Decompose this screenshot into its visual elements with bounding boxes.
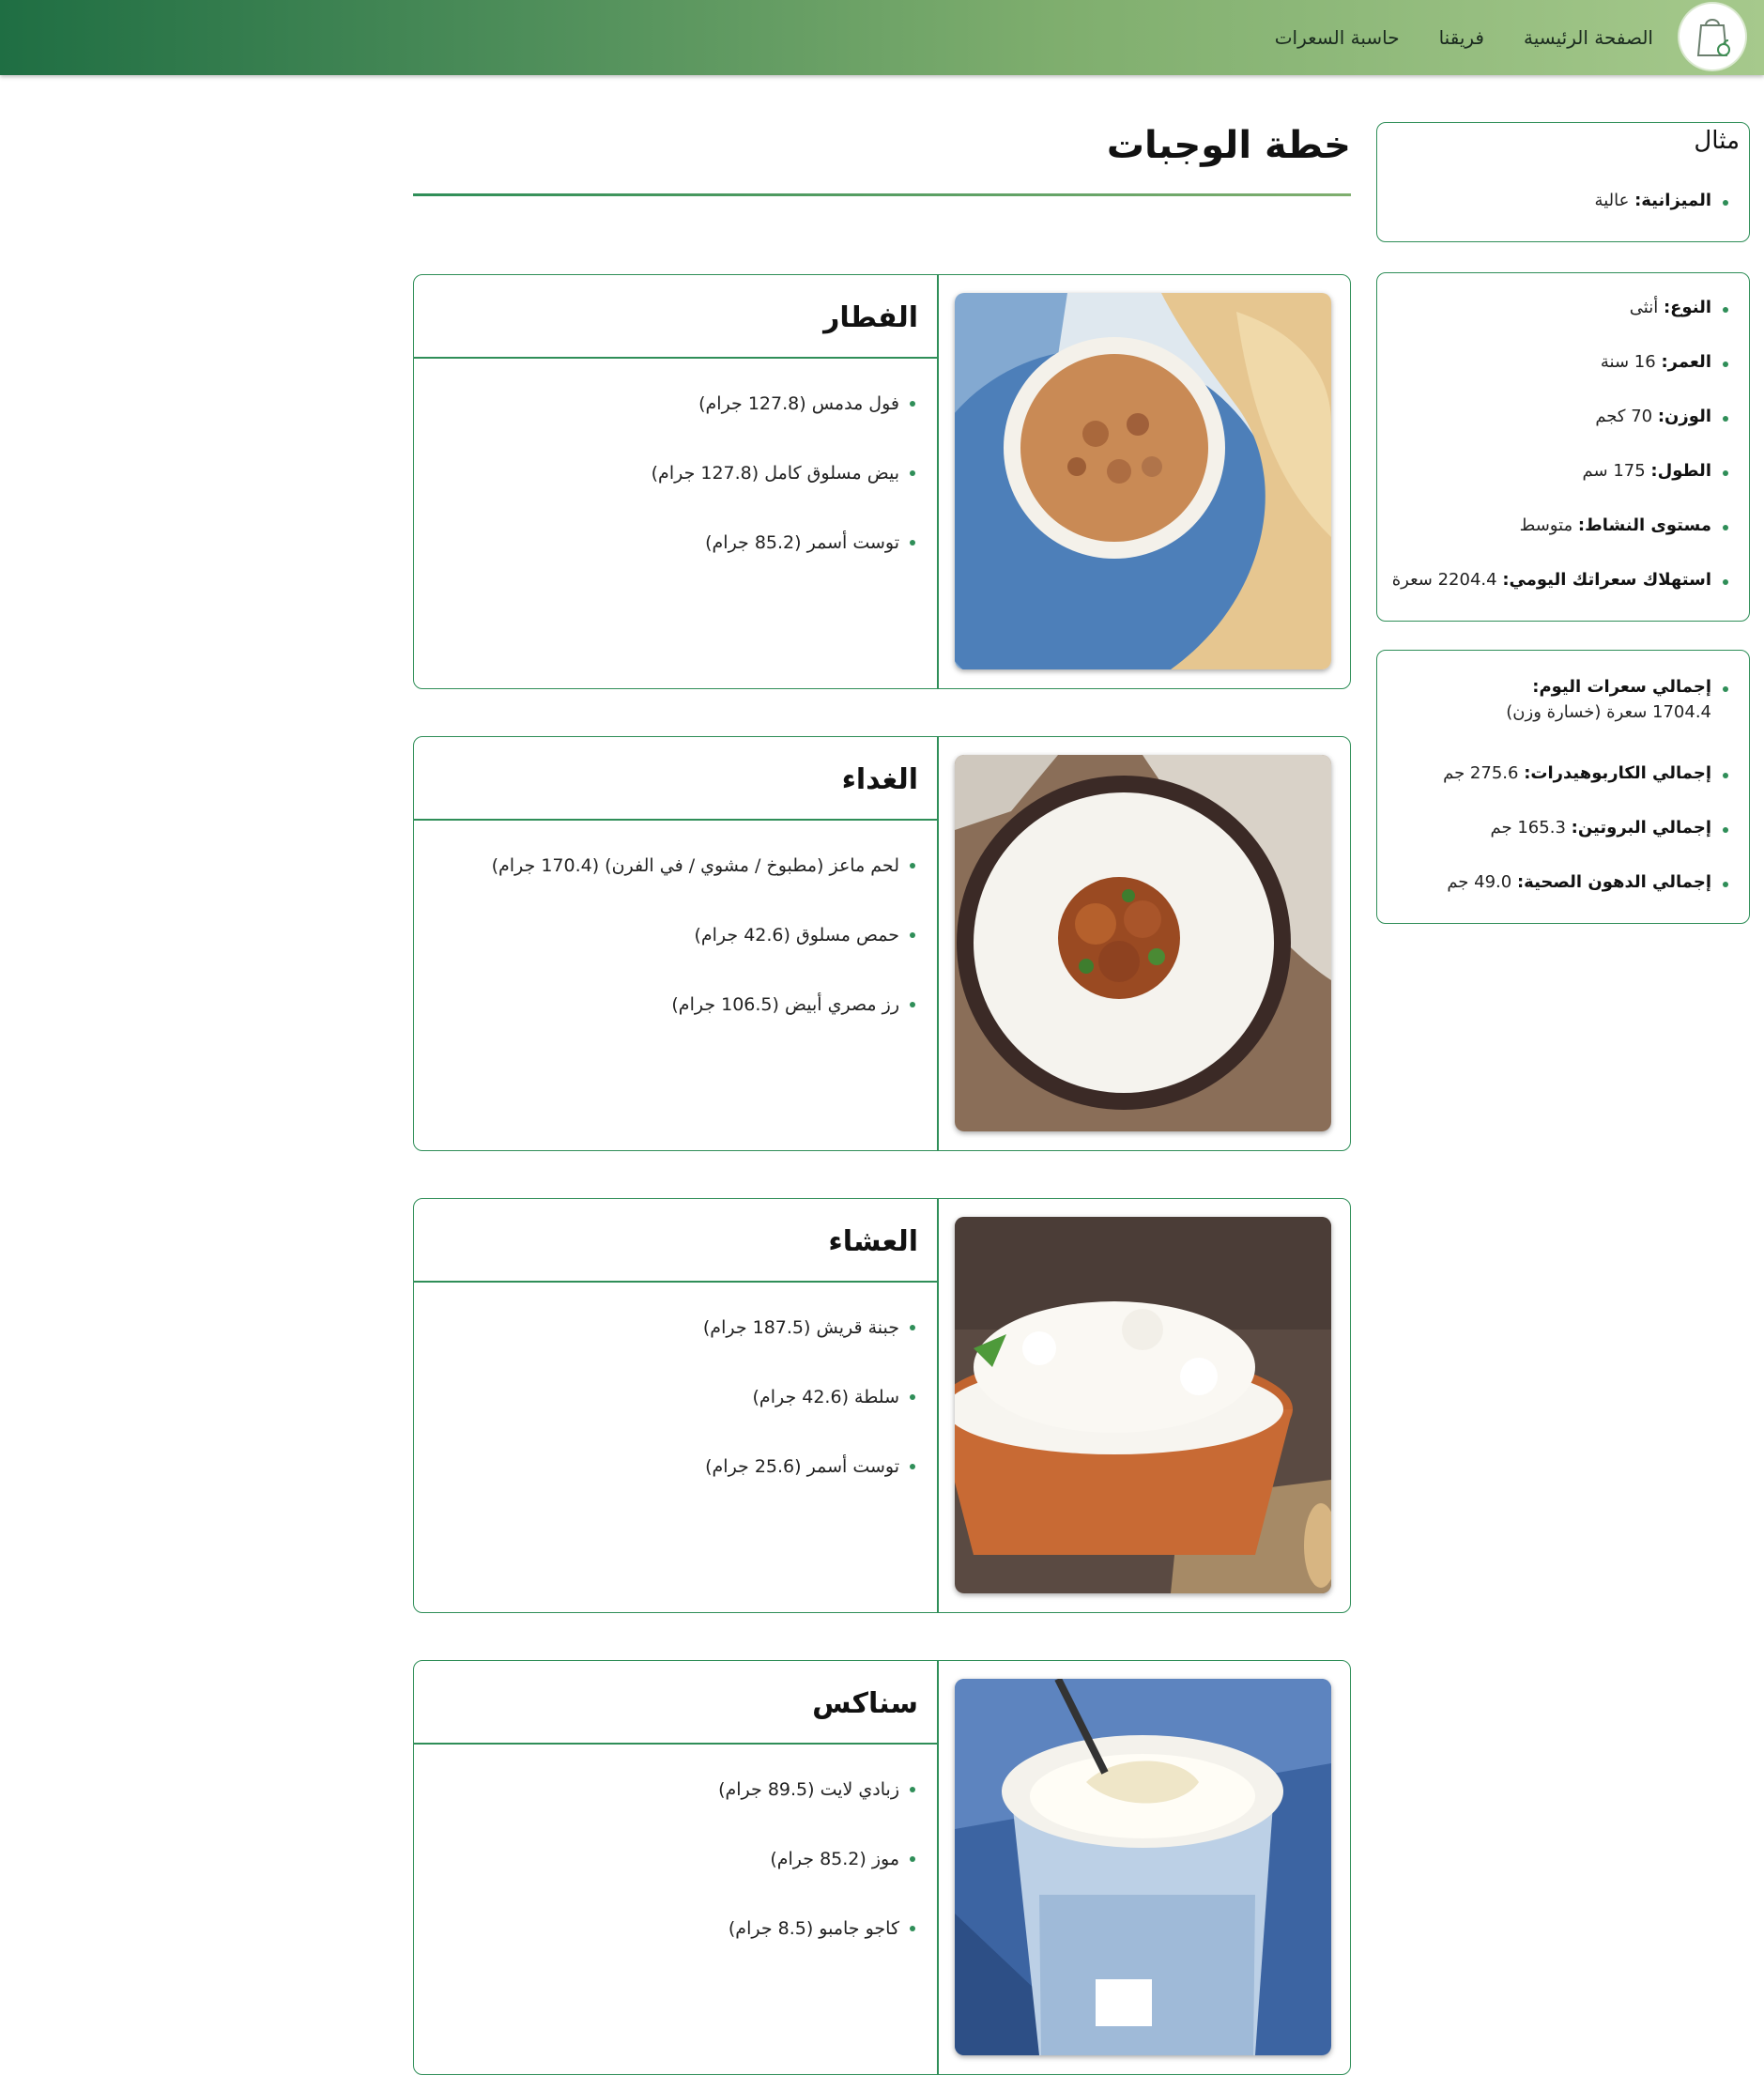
page-title: خطة الوجبات xyxy=(1106,124,1351,167)
profile-value: 175 سم xyxy=(1582,461,1651,481)
profile-value: 2204.4 سعرة xyxy=(1391,570,1503,590)
logo[interactable] xyxy=(1680,4,1745,69)
profile-label: الوزن: xyxy=(1657,407,1711,426)
meal-item: زبادي لايت (89.5 جرام) xyxy=(430,1778,937,1848)
total-carbs-value: 275.6 جم xyxy=(1443,763,1525,783)
meal-card-lunch: الغداء لحم ماعز (مطبوخ / مشوي / في الفرن… xyxy=(413,736,1351,1151)
meal-title: الفطار xyxy=(823,301,918,334)
nav-link-home[interactable]: الصفحة الرئيسية xyxy=(1524,26,1653,49)
total-protein-value: 165.3 جم xyxy=(1490,818,1572,838)
meal-items-list: جبنة قريش (187.5 جرام) سلطة (42.6 جرام) … xyxy=(430,1316,937,1525)
title-divider xyxy=(413,193,1351,196)
meal-title: سناكس xyxy=(812,1687,918,1720)
total-carbs-item: إجمالي الكاربوهيدرات: 275.6 جم xyxy=(1377,763,1749,818)
meal-item: رز مصري أبيض (106.5 جرام) xyxy=(430,993,937,1063)
meal-item: سلطة (42.6 جرام) xyxy=(430,1386,937,1455)
meal-item: جبنة قريش (187.5 جرام) xyxy=(430,1316,937,1386)
nav-link-team[interactable]: فريقنا xyxy=(1439,26,1484,49)
meal-items-list: فول مدمس (127.8 جرام) بيض مسلوق كامل (12… xyxy=(430,392,937,601)
meal-card-dinner: العشاء جبنة قريش (187.5 جرام) سلطة (42.6… xyxy=(413,1198,1351,1613)
profile-label: مستوى النشاط: xyxy=(1577,515,1711,535)
meal-header: العشاء xyxy=(414,1199,937,1283)
profile-label: العمر: xyxy=(1661,352,1711,372)
total-protein-item: إجمالي البروتين: 165.3 جم xyxy=(1377,818,1749,872)
meal-title: الغداء xyxy=(841,763,918,796)
profile-value: 16 سنة xyxy=(1600,352,1662,372)
meal-photo-column xyxy=(937,275,1350,688)
meal-header: سناكس xyxy=(414,1661,937,1745)
total-calories-value: 1704.4 سعرة (خسارة وزن) xyxy=(1506,702,1711,722)
budget-item: الميزانية: عالية xyxy=(1377,191,1749,210)
grocery-bag-icon xyxy=(1696,19,1730,56)
total-fat-value: 49.0 جم xyxy=(1447,872,1517,892)
meal-photo-column xyxy=(937,1199,1350,1612)
profile-label: النوع: xyxy=(1663,298,1711,317)
yogurt-cup-image xyxy=(955,1679,1331,2055)
total-fat-item: إجمالي الدهون الصحية: 49.0 جم xyxy=(1377,872,1749,927)
profile-card: النوع: أنثى العمر: 16 سنة الوزن: 70 كجم … xyxy=(1376,272,1750,622)
meal-photo-column xyxy=(937,737,1350,1150)
rice-with-goat-meat-image xyxy=(955,755,1331,1131)
meal-item: توست أسمر (85.2 جرام) xyxy=(430,531,937,601)
profile-item-age: العمر: 16 سنة xyxy=(1377,352,1749,407)
meal-item: كاجو جامبو (8.5 جرام) xyxy=(430,1917,937,1987)
budget-value: عالية xyxy=(1594,191,1635,210)
totals-card: إجمالي سعرات اليوم: 1704.4 سعرة (خسارة و… xyxy=(1376,650,1750,924)
meal-title: العشاء xyxy=(828,1225,918,1258)
profile-label: استهلاك سعراتك اليومي: xyxy=(1502,570,1711,590)
meal-item: موز (85.2 جرام) xyxy=(430,1848,937,1917)
meal-items-list: لحم ماعز (مطبوخ / مشوي / في الفرن) (170.… xyxy=(430,854,937,1063)
meal-item: لحم ماعز (مطبوخ / مشوي / في الفرن) (170.… xyxy=(430,854,937,924)
meal-item: فول مدمس (127.8 جرام) xyxy=(430,392,937,462)
profile-label: الطول: xyxy=(1650,461,1711,481)
example-card: مثال الميزانية: عالية xyxy=(1376,122,1750,242)
meal-header: الغداء xyxy=(414,737,937,821)
meal-item: بيض مسلوق كامل (127.8 جرام) xyxy=(430,462,937,531)
cottage-cheese-bowl-image xyxy=(955,1217,1331,1593)
foul-with-pita-image xyxy=(955,293,1331,669)
total-calories-label: إجمالي سعرات اليوم: xyxy=(1532,677,1711,697)
meal-photo-column xyxy=(937,1661,1350,2074)
total-calories-item: إجمالي سعرات اليوم: 1704.4 سعرة (خسارة و… xyxy=(1377,677,1749,763)
profile-item-activity: مستوى النشاط: متوسط xyxy=(1377,515,1749,570)
main-nav: الصفحة الرئيسية فريقنا حاسبة السعرات xyxy=(1275,0,1653,75)
profile-value: 70 كجم xyxy=(1595,407,1658,426)
top-navbar: الصفحة الرئيسية فريقنا حاسبة السعرات xyxy=(0,0,1764,75)
meal-header: الفطار xyxy=(414,275,937,359)
profile-value: متوسط xyxy=(1519,515,1578,535)
budget-label: الميزانية: xyxy=(1634,191,1711,210)
profile-item-gender: النوع: أنثى xyxy=(1377,298,1749,352)
total-carbs-label: إجمالي الكاربوهيدرات: xyxy=(1524,763,1711,783)
example-title: مثال xyxy=(1694,127,1740,155)
meal-card-breakfast: الفطار فول مدمس (127.8 جرام) بيض مسلوق ك… xyxy=(413,274,1351,689)
total-protein-label: إجمالي البروتين: xyxy=(1571,818,1711,838)
profile-value: أنثى xyxy=(1629,298,1664,317)
total-fat-label: إجمالي الدهون الصحية: xyxy=(1516,872,1711,892)
profile-item-daily-calories: استهلاك سعراتك اليومي: 2204.4 سعرة xyxy=(1377,570,1749,624)
nav-link-calorie-calculator[interactable]: حاسبة السعرات xyxy=(1275,26,1400,49)
meal-items-list: زبادي لايت (89.5 جرام) موز (85.2 جرام) ك… xyxy=(430,1778,937,1987)
profile-item-weight: الوزن: 70 كجم xyxy=(1377,407,1749,461)
meal-item: توست أسمر (25.6 جرام) xyxy=(430,1455,937,1525)
profile-item-height: الطول: 175 سم xyxy=(1377,461,1749,515)
meal-item: حمص مسلوق (42.6 جرام) xyxy=(430,924,937,993)
meal-card-snacks: سناكس زبادي لايت (89.5 جرام) موز (85.2 ج… xyxy=(413,1660,1351,2075)
